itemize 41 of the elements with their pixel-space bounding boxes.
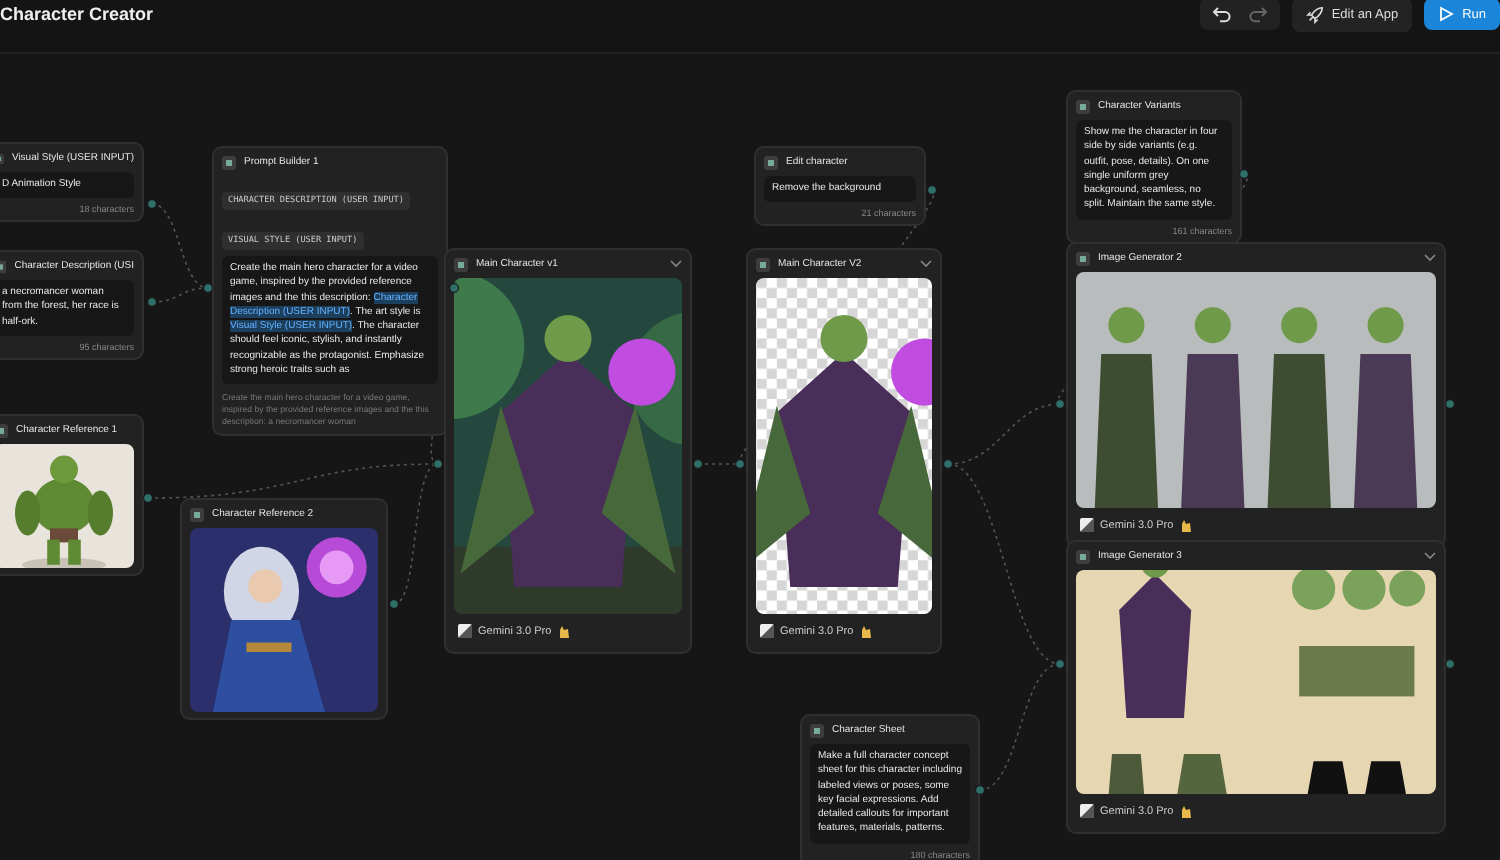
port-dot[interactable] [389, 599, 399, 609]
port-dot[interactable] [147, 199, 157, 209]
port-dot[interactable] [1445, 659, 1455, 669]
chevron-icon[interactable] [920, 260, 932, 268]
node-icon [764, 155, 778, 169]
model-icon [458, 624, 472, 638]
node-card[interactable] [212, 146, 448, 437]
node-icon [1076, 99, 1090, 113]
port-dot[interactable] [735, 459, 745, 469]
port-dot[interactable] [147, 297, 157, 307]
port-dot[interactable] [927, 185, 937, 195]
port-dot[interactable] [1239, 169, 1249, 179]
port-dot[interactable] [1055, 399, 1065, 409]
port-dot[interactable] [433, 459, 443, 469]
port-dot[interactable] [943, 459, 953, 469]
node-icon [1076, 549, 1090, 563]
model-icon [1080, 804, 1094, 818]
chevron-icon[interactable] [670, 260, 682, 268]
port-dot[interactable] [449, 283, 459, 293]
chevron-icon[interactable] [1424, 254, 1436, 262]
model-icon [1080, 518, 1094, 532]
node-icon [1076, 251, 1090, 265]
model-icon [760, 624, 774, 638]
node-icon [454, 257, 468, 271]
node-icon [222, 155, 236, 169]
port-dot[interactable] [975, 785, 985, 795]
port-dot[interactable] [693, 459, 703, 469]
play-icon [1438, 6, 1455, 22]
port-dot[interactable] [1445, 399, 1455, 409]
page-title: Character Creator [0, 4, 154, 24]
node-card[interactable] [800, 714, 980, 860]
port-dot[interactable] [143, 493, 153, 503]
port-dot[interactable] [203, 283, 213, 293]
node-icon [756, 257, 770, 271]
redo-icon[interactable] [1247, 4, 1268, 24]
rocket-icon [1305, 5, 1324, 23]
node-icon [810, 723, 824, 737]
node-icon [190, 507, 204, 521]
chevron-icon[interactable] [1424, 552, 1436, 560]
undo-icon[interactable] [1211, 4, 1232, 24]
port-dot[interactable] [1055, 659, 1065, 669]
